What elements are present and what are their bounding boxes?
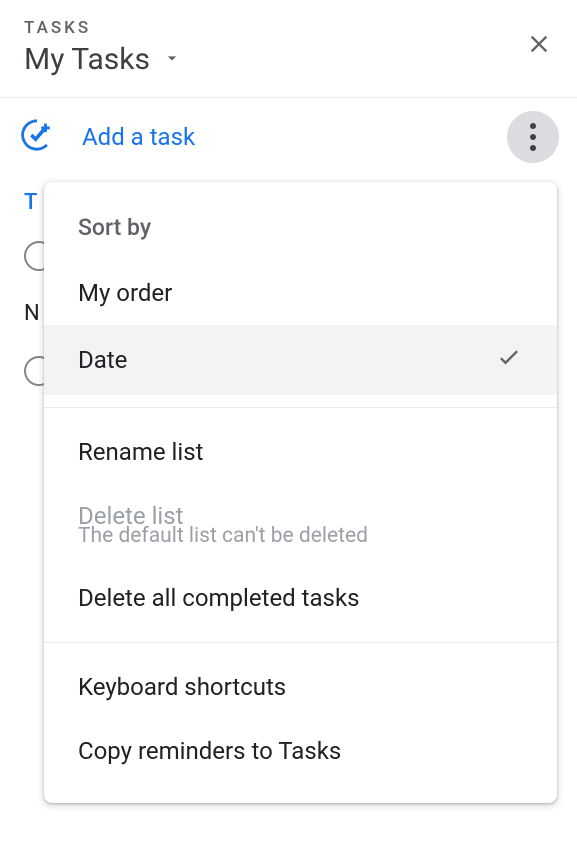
menu-item-label: My order (78, 279, 172, 307)
menu-item-label: Date (78, 346, 127, 374)
menu-item-label: Copy reminders to Tasks (78, 737, 341, 765)
list-selector[interactable]: My Tasks (24, 42, 553, 77)
add-task-button[interactable]: Add a task (82, 123, 195, 151)
list-name: My Tasks (24, 42, 150, 77)
menu-item-date[interactable]: Date (44, 325, 557, 395)
toolbar: Add a task (0, 98, 577, 176)
menu-item-keyboard-shortcuts[interactable]: Keyboard shortcuts (44, 655, 557, 719)
add-task-icon[interactable] (20, 118, 54, 156)
check-icon (495, 343, 523, 377)
menu-item-copy-reminders[interactable]: Copy reminders to Tasks (44, 719, 557, 783)
menu-item-label: Keyboard shortcuts (78, 673, 286, 701)
menu-divider (44, 642, 557, 643)
menu-item-my-order[interactable]: My order (44, 261, 557, 325)
more-menu: Sort by My order Date Rename list Delete… (44, 182, 557, 803)
more-button[interactable] (507, 111, 559, 163)
menu-item-subtitle: The default list can't be deleted (44, 524, 557, 566)
menu-item-label: Delete all completed tasks (78, 584, 360, 612)
close-button[interactable] (525, 30, 553, 62)
header-label: TASKS (24, 18, 553, 38)
menu-divider (44, 407, 557, 408)
menu-item-delete-completed[interactable]: Delete all completed tasks (44, 566, 557, 630)
panel-header: TASKS My Tasks (0, 0, 577, 98)
more-vertical-icon (530, 123, 536, 151)
chevron-down-icon (162, 48, 182, 72)
menu-item-rename-list[interactable]: Rename list (44, 420, 557, 484)
menu-item-label: Rename list (78, 438, 203, 466)
menu-section-header: Sort by (44, 202, 557, 261)
close-icon (525, 30, 553, 58)
